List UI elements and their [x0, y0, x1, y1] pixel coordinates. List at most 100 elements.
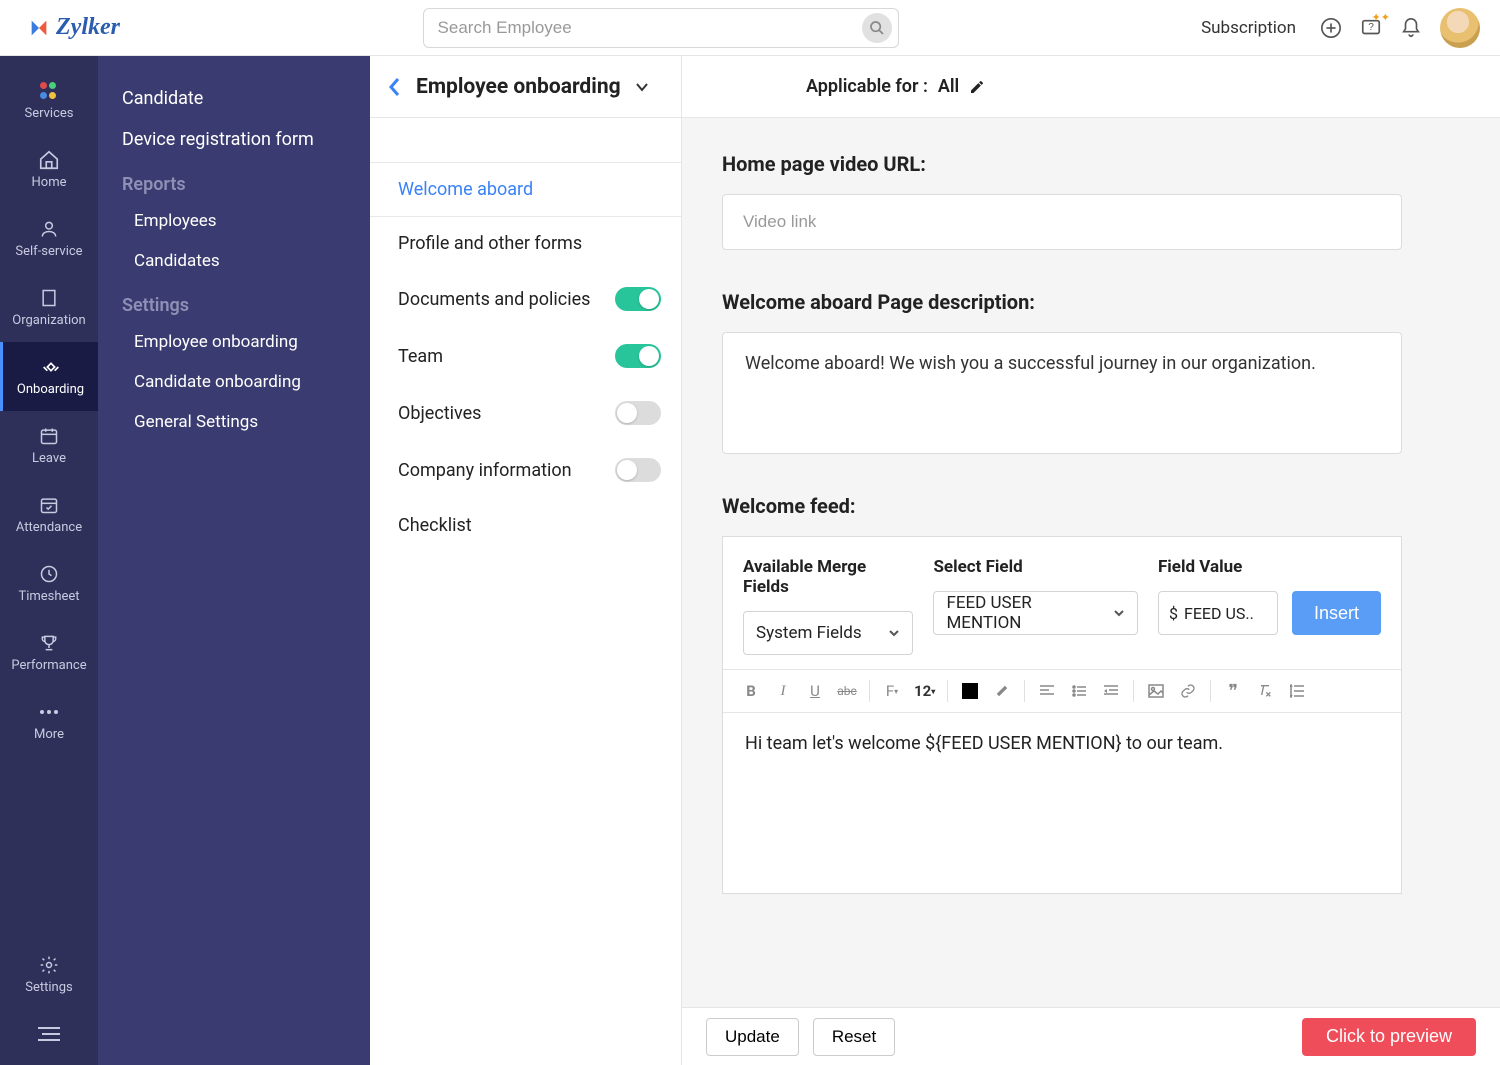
- toggle-team[interactable]: [615, 344, 661, 368]
- font-button[interactable]: F▾: [878, 677, 906, 705]
- add-icon[interactable]: [1320, 17, 1342, 39]
- calendar-check-icon: [38, 494, 60, 516]
- welcome-feed-label: Welcome feed:: [722, 494, 1460, 518]
- text-color-button[interactable]: [956, 677, 984, 705]
- gear-icon: [38, 954, 60, 976]
- insert-button[interactable]: Insert: [1292, 591, 1381, 635]
- tab-objectives[interactable]: Objectives: [370, 385, 681, 442]
- feed-editor: Available Merge Fields System Fields Sel…: [722, 536, 1402, 894]
- reset-button[interactable]: Reset: [813, 1018, 895, 1056]
- select-field-select[interactable]: FEED USER MENTION: [933, 591, 1138, 635]
- nav-performance[interactable]: Performance: [0, 618, 98, 687]
- chevron-down-icon: [1113, 609, 1125, 617]
- nav-onboarding[interactable]: Onboarding: [0, 342, 98, 411]
- toggle-company[interactable]: [615, 458, 661, 482]
- building-icon: [38, 287, 60, 309]
- tab-profile-forms[interactable]: Profile and other forms: [370, 217, 681, 271]
- app-header: Zylker Subscription ? ✦✦: [0, 0, 1500, 56]
- search-input[interactable]: [438, 18, 862, 38]
- field-value-label: Field Value: [1158, 557, 1381, 577]
- footer-bar: Update Reset Click to preview: [682, 1007, 1500, 1065]
- nav-general-settings[interactable]: General Settings: [122, 402, 370, 442]
- bold-button[interactable]: B: [737, 677, 765, 705]
- nav-candidates[interactable]: Candidates: [122, 241, 370, 281]
- clear-format-button[interactable]: [1251, 677, 1279, 705]
- nav-secondary: Candidate Device registration form Repor…: [98, 56, 370, 1065]
- editor-toolbar: B I U abc F▾ 12▾: [723, 669, 1401, 713]
- underline-button[interactable]: U: [801, 677, 829, 705]
- nav-home[interactable]: Home: [0, 135, 98, 204]
- page-description-label: Welcome aboard Page description:: [722, 290, 1460, 314]
- chevron-down-icon[interactable]: [635, 82, 649, 92]
- settings-panel: Employee onboarding Welcome aboard Profi…: [370, 56, 682, 1065]
- preview-button[interactable]: Click to preview: [1302, 1018, 1476, 1056]
- page-description-input[interactable]: Welcome aboard! We wish you a successful…: [722, 332, 1402, 454]
- back-button[interactable]: [388, 77, 402, 97]
- italic-button[interactable]: I: [769, 677, 797, 705]
- user-avatar[interactable]: [1440, 8, 1480, 48]
- nav-employee-onboarding[interactable]: Employee onboarding: [122, 322, 370, 362]
- toggle-documents[interactable]: [615, 287, 661, 311]
- link-button[interactable]: [1174, 677, 1202, 705]
- nav-settings[interactable]: Settings: [0, 940, 98, 1009]
- video-url-label: Home page video URL:: [722, 152, 1460, 176]
- nav-leave[interactable]: Leave: [0, 411, 98, 480]
- toggle-objectives[interactable]: [615, 401, 661, 425]
- nav-employees[interactable]: Employees: [122, 201, 370, 241]
- brand-logo[interactable]: Zylker: [28, 14, 120, 41]
- nav-candidate[interactable]: Candidate: [122, 78, 370, 119]
- nav-rail: Services Home Self-service Organization …: [0, 56, 98, 1065]
- nav-self-service[interactable]: Self-service: [0, 204, 98, 273]
- tab-documents-policies[interactable]: Documents and policies: [370, 271, 681, 328]
- nav-section-settings: Settings: [122, 281, 370, 322]
- brand-name: Zylker: [56, 14, 120, 41]
- nav-candidate-onboarding[interactable]: Candidate onboarding: [122, 362, 370, 402]
- applicable-value: All: [938, 76, 959, 97]
- outdent-button[interactable]: [1097, 677, 1125, 705]
- chevron-down-icon: [888, 629, 900, 637]
- calendar-icon: [38, 425, 60, 447]
- logo-icon: [28, 17, 50, 39]
- edit-applicable-icon[interactable]: [969, 79, 985, 95]
- menu-icon: [38, 1023, 60, 1045]
- nav-organization[interactable]: Organization: [0, 273, 98, 342]
- bell-icon[interactable]: [1400, 17, 1422, 39]
- highlight-button[interactable]: [988, 677, 1016, 705]
- nav-more[interactable]: More: [0, 687, 98, 756]
- dollar-icon: $: [1169, 604, 1178, 623]
- clock-icon: [38, 563, 60, 585]
- image-button[interactable]: [1142, 677, 1170, 705]
- home-icon: [38, 149, 60, 171]
- video-url-input[interactable]: [722, 194, 1402, 250]
- nav-attendance[interactable]: Attendance: [0, 480, 98, 549]
- update-button[interactable]: Update: [706, 1018, 799, 1056]
- quote-button[interactable]: ❞: [1219, 677, 1247, 705]
- tab-team[interactable]: Team: [370, 328, 681, 385]
- nav-section-reports: Reports: [122, 160, 370, 201]
- merge-fields-select[interactable]: System Fields: [743, 611, 913, 655]
- nav-timesheet[interactable]: Timesheet: [0, 549, 98, 618]
- tab-company-info[interactable]: Company information: [370, 442, 681, 499]
- search-box: [423, 8, 899, 48]
- subscription-link[interactable]: Subscription: [1201, 18, 1296, 38]
- tab-welcome-aboard[interactable]: Welcome aboard: [370, 162, 681, 217]
- services-icon: [38, 80, 60, 102]
- handshake-icon: [40, 356, 62, 378]
- list-button[interactable]: [1065, 677, 1093, 705]
- nav-collapse[interactable]: [0, 1009, 98, 1065]
- tab-checklist[interactable]: Checklist: [370, 499, 681, 553]
- select-field-label: Select Field: [933, 557, 1138, 577]
- applicable-prefix: Applicable for :: [806, 76, 928, 97]
- font-size-button[interactable]: 12▾: [910, 677, 939, 705]
- feed-text-input[interactable]: Hi team let's welcome ${FEED USER MENTIO…: [723, 713, 1401, 893]
- merge-fields-label: Available Merge Fields: [743, 557, 913, 597]
- line-height-button[interactable]: [1283, 677, 1311, 705]
- strike-button[interactable]: abc: [833, 677, 861, 705]
- nav-device-registration[interactable]: Device registration form: [122, 119, 370, 160]
- nav-services[interactable]: Services: [0, 66, 98, 135]
- help-icon[interactable]: ? ✦✦: [1360, 17, 1382, 39]
- field-value-display: $ FEED US..: [1158, 591, 1278, 635]
- person-icon: [38, 218, 60, 240]
- align-button[interactable]: [1033, 677, 1061, 705]
- search-button[interactable]: [862, 13, 892, 43]
